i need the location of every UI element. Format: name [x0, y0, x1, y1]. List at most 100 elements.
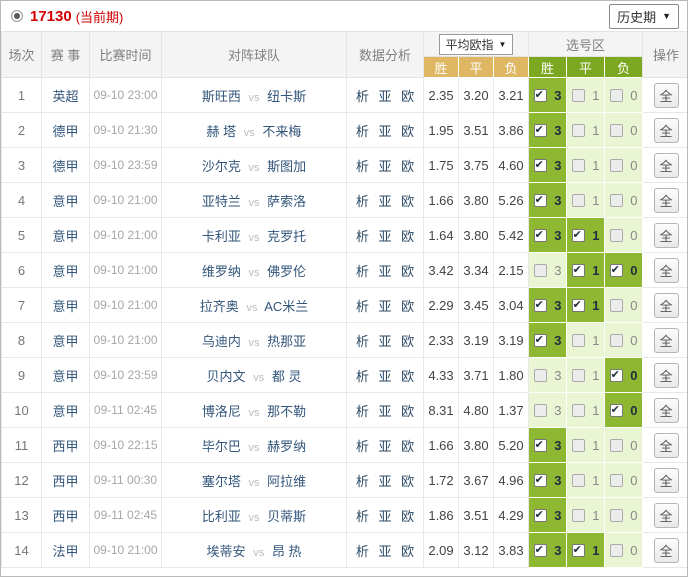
analysis-link-ou[interactable]: 欧	[401, 474, 414, 489]
select-lose-cell[interactable]: 0	[605, 428, 643, 463]
analysis-link-xi[interactable]: 析	[356, 299, 369, 314]
analysis-link-ya[interactable]: 亚	[378, 439, 391, 454]
analysis-link-ou[interactable]: 欧	[401, 194, 414, 209]
select-all-button[interactable]: 全	[654, 118, 679, 143]
analysis-link-xi[interactable]: 析	[356, 509, 369, 524]
select-lose-checkbox[interactable]	[610, 229, 623, 242]
analysis-link-xi[interactable]: 析	[356, 369, 369, 384]
select-lose-checkbox[interactable]	[610, 509, 623, 522]
select-win-checkbox[interactable]	[534, 439, 547, 452]
select-lose-checkbox[interactable]	[610, 439, 623, 452]
select-win-checkbox[interactable]	[534, 264, 547, 277]
analysis-link-ya[interactable]: 亚	[378, 369, 391, 384]
select-win-cell[interactable]: 3	[529, 463, 567, 498]
select-draw-checkbox[interactable]	[572, 194, 585, 207]
select-draw-cell[interactable]: 1	[567, 148, 605, 183]
select-all-button[interactable]: 全	[654, 223, 679, 248]
analysis-link-xi[interactable]: 析	[356, 159, 369, 174]
analysis-link-ou[interactable]: 欧	[401, 439, 414, 454]
select-lose-checkbox[interactable]	[610, 474, 623, 487]
select-win-checkbox[interactable]	[534, 124, 547, 137]
select-win-cell[interactable]: 3	[529, 148, 567, 183]
select-lose-cell[interactable]: 0	[605, 323, 643, 358]
select-win-cell[interactable]: 3	[529, 253, 567, 288]
select-lose-checkbox[interactable]	[610, 404, 623, 417]
select-win-cell[interactable]: 3	[529, 288, 567, 323]
select-win-cell[interactable]: 3	[529, 358, 567, 393]
select-lose-checkbox[interactable]	[610, 369, 623, 382]
odds-type-select[interactable]: 平均欧指 ▼	[439, 34, 514, 55]
select-win-cell[interactable]: 3	[529, 183, 567, 218]
select-all-button[interactable]: 全	[654, 188, 679, 213]
select-draw-cell[interactable]: 1	[567, 358, 605, 393]
select-lose-checkbox[interactable]	[610, 334, 623, 347]
select-lose-checkbox[interactable]	[610, 544, 623, 557]
select-win-checkbox[interactable]	[534, 299, 547, 312]
select-lose-checkbox[interactable]	[610, 264, 623, 277]
select-draw-cell[interactable]: 1	[567, 463, 605, 498]
select-win-checkbox[interactable]	[534, 334, 547, 347]
analysis-link-xi[interactable]: 析	[356, 334, 369, 349]
analysis-link-ou[interactable]: 欧	[401, 159, 414, 174]
select-lose-cell[interactable]: 0	[605, 218, 643, 253]
select-draw-checkbox[interactable]	[572, 404, 585, 417]
select-draw-checkbox[interactable]	[572, 474, 585, 487]
select-draw-checkbox[interactable]	[572, 439, 585, 452]
select-draw-checkbox[interactable]	[572, 299, 585, 312]
select-lose-cell[interactable]: 0	[605, 253, 643, 288]
select-win-cell[interactable]: 3	[529, 78, 567, 113]
analysis-link-ou[interactable]: 欧	[401, 369, 414, 384]
analysis-link-ya[interactable]: 亚	[378, 159, 391, 174]
analysis-link-ya[interactable]: 亚	[378, 334, 391, 349]
analysis-link-ya[interactable]: 亚	[378, 299, 391, 314]
select-win-cell[interactable]: 3	[529, 533, 567, 568]
analysis-link-ou[interactable]: 欧	[401, 124, 414, 139]
analysis-link-xi[interactable]: 析	[356, 264, 369, 279]
select-win-checkbox[interactable]	[534, 544, 547, 557]
analysis-link-ya[interactable]: 亚	[378, 404, 391, 419]
analysis-link-ou[interactable]: 欧	[401, 264, 414, 279]
select-draw-cell[interactable]: 1	[567, 218, 605, 253]
select-lose-cell[interactable]: 0	[605, 498, 643, 533]
select-win-cell[interactable]: 3	[529, 498, 567, 533]
select-win-cell[interactable]: 3	[529, 393, 567, 428]
select-draw-cell[interactable]: 1	[567, 533, 605, 568]
select-draw-checkbox[interactable]	[572, 124, 585, 137]
analysis-link-ou[interactable]: 欧	[401, 404, 414, 419]
select-win-cell[interactable]: 3	[529, 113, 567, 148]
analysis-link-ou[interactable]: 欧	[401, 509, 414, 524]
analysis-link-xi[interactable]: 析	[356, 229, 369, 244]
select-all-button[interactable]: 全	[654, 468, 679, 493]
history-period-select[interactable]: 历史期 ▼	[609, 4, 679, 29]
analysis-link-ou[interactable]: 欧	[401, 334, 414, 349]
select-lose-cell[interactable]: 0	[605, 393, 643, 428]
select-lose-checkbox[interactable]	[610, 159, 623, 172]
analysis-link-ya[interactable]: 亚	[378, 124, 391, 139]
select-draw-checkbox[interactable]	[572, 369, 585, 382]
select-win-checkbox[interactable]	[534, 89, 547, 102]
select-win-checkbox[interactable]	[534, 159, 547, 172]
select-all-button[interactable]: 全	[654, 328, 679, 353]
select-win-checkbox[interactable]	[534, 229, 547, 242]
select-draw-cell[interactable]: 1	[567, 393, 605, 428]
select-all-button[interactable]: 全	[654, 293, 679, 318]
analysis-link-xi[interactable]: 析	[356, 439, 369, 454]
select-win-cell[interactable]: 3	[529, 428, 567, 463]
select-draw-checkbox[interactable]	[572, 229, 585, 242]
select-lose-cell[interactable]: 0	[605, 148, 643, 183]
current-period-radio[interactable]	[11, 10, 23, 22]
select-lose-cell[interactable]: 0	[605, 78, 643, 113]
select-win-cell[interactable]: 3	[529, 323, 567, 358]
select-draw-cell[interactable]: 1	[567, 428, 605, 463]
select-lose-cell[interactable]: 0	[605, 113, 643, 148]
select-draw-checkbox[interactable]	[572, 89, 585, 102]
select-draw-checkbox[interactable]	[572, 509, 585, 522]
select-draw-cell[interactable]: 1	[567, 183, 605, 218]
select-lose-cell[interactable]: 0	[605, 463, 643, 498]
select-draw-cell[interactable]: 1	[567, 498, 605, 533]
select-win-checkbox[interactable]	[534, 404, 547, 417]
select-lose-checkbox[interactable]	[610, 89, 623, 102]
analysis-link-ya[interactable]: 亚	[378, 474, 391, 489]
analysis-link-xi[interactable]: 析	[356, 124, 369, 139]
select-draw-cell[interactable]: 1	[567, 323, 605, 358]
